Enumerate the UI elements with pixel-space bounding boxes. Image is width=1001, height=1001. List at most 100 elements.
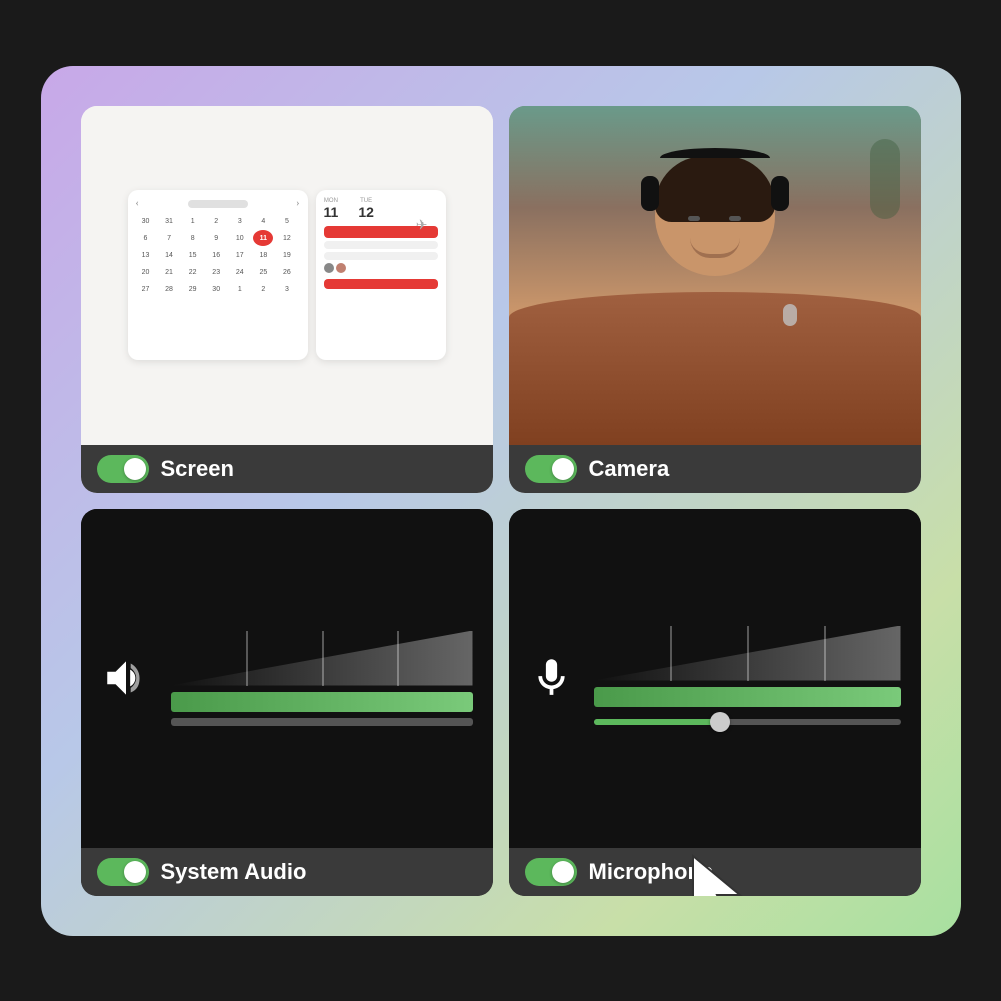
mic-tick-2	[747, 626, 749, 681]
cal-cell-today: 11	[253, 230, 273, 246]
system-audio-toggle[interactable]	[97, 858, 149, 886]
sched-avatars	[324, 263, 438, 273]
cal-cell: 17	[230, 247, 250, 263]
microphone-toggle[interactable]	[525, 858, 577, 886]
screen-toggle-knob	[124, 458, 146, 480]
camera-card: Camera	[509, 106, 921, 493]
cal-cell: 8	[183, 230, 203, 246]
plane-icon: ✈	[416, 218, 428, 235]
screen-label: Screen	[161, 456, 234, 482]
microphone-icon	[529, 648, 574, 708]
mic-prop	[783, 304, 797, 326]
audio-level-display	[171, 631, 473, 726]
cal-cell: 19	[277, 247, 297, 263]
cards-grid: ‹ › 30 31 1 2 3 4 5 6 7 8	[81, 106, 921, 896]
screen-toggle[interactable]	[97, 455, 149, 483]
cal-cell: 28	[159, 281, 179, 297]
calendar-mock: ‹ › 30 31 1 2 3 4 5 6 7 8	[128, 190, 308, 360]
microphone-card-bar: Microphone	[509, 848, 921, 896]
schedule-mock: MON 11 TUE 12 ✈	[316, 190, 446, 360]
microphone-label: Microphone	[589, 859, 714, 885]
cal-cell: 30	[136, 213, 156, 229]
screen-card-bar: Screen	[81, 445, 493, 493]
headphone-right	[771, 176, 789, 211]
cal-cell: 13	[136, 247, 156, 263]
camera-person-bg	[509, 106, 921, 445]
cal-cell: 26	[277, 264, 297, 280]
mic-triangle	[594, 626, 901, 681]
mic-icon-wrap	[529, 648, 574, 708]
plant-bg	[870, 139, 900, 219]
mic-tick-1	[670, 626, 672, 681]
cal-right-arrow: ›	[296, 198, 299, 209]
mic-slider-knob[interactable]	[710, 712, 730, 732]
system-audio-label: System Audio	[161, 859, 307, 885]
cal-cell: 7	[159, 230, 179, 246]
cal-cell: 1	[230, 281, 250, 297]
cal-cell: 1	[183, 213, 203, 229]
audio-viz	[81, 509, 493, 848]
camera-preview	[509, 106, 921, 445]
outer-container: ‹ › 30 31 1 2 3 4 5 6 7 8	[41, 66, 961, 936]
speaker-icon	[101, 653, 151, 703]
level-bar-gray	[171, 718, 473, 726]
sched-avatar-1	[324, 263, 334, 273]
tick-1	[246, 631, 248, 686]
person-head	[655, 156, 775, 276]
sched-block-2	[324, 241, 438, 249]
cal-cell: 27	[136, 281, 156, 297]
headphone-left	[641, 176, 659, 211]
mic-level-display	[594, 626, 901, 731]
system-audio-card-bar: System Audio	[81, 848, 493, 896]
sched-day-2: TUE 12	[358, 198, 374, 220]
mic-tick-3	[824, 626, 826, 681]
mic-viz	[509, 509, 921, 848]
microphone-card: Microphone	[509, 509, 921, 896]
cal-cell: 10	[230, 230, 250, 246]
cal-cell: 3	[277, 281, 297, 297]
system-audio-toggle-knob	[124, 861, 146, 883]
mic-slider-fill	[594, 719, 717, 725]
cal-left-arrow: ‹	[136, 198, 139, 209]
cal-cell: 9	[206, 230, 226, 246]
camera-toggle-knob	[552, 458, 574, 480]
mic-slider[interactable]	[594, 713, 901, 731]
mic-slider-track	[594, 719, 901, 725]
sched-avatar-2	[336, 263, 346, 273]
cal-cell: 30	[206, 281, 226, 297]
cal-month-header	[188, 200, 248, 208]
screen-card: ‹ › 30 31 1 2 3 4 5 6 7 8	[81, 106, 493, 493]
cal-cell: 22	[183, 264, 203, 280]
sched-block-4	[324, 279, 438, 289]
cal-cell: 3	[230, 213, 250, 229]
screen-preview: ‹ › 30 31 1 2 3 4 5 6 7 8	[81, 106, 493, 445]
cal-cell: 6	[136, 230, 156, 246]
microphone-toggle-knob	[552, 861, 574, 883]
cal-cell: 25	[253, 264, 273, 280]
cal-cell: 24	[230, 264, 250, 280]
mic-level-bar-green	[594, 687, 901, 707]
camera-label: Camera	[589, 456, 670, 482]
level-bar-green	[171, 692, 473, 712]
calendar-nav: ‹ ›	[136, 198, 300, 209]
cal-cell: 14	[159, 247, 179, 263]
camera-toggle[interactable]	[525, 455, 577, 483]
cal-cell: 12	[277, 230, 297, 246]
cal-cell: 2	[253, 281, 273, 297]
cal-cell: 16	[206, 247, 226, 263]
tick-3	[397, 631, 399, 686]
cal-cell: 29	[183, 281, 203, 297]
eye-left	[688, 216, 700, 221]
sched-day-1: MON 11	[324, 198, 339, 220]
speaker-icon-wrap	[101, 653, 151, 703]
system-audio-card: System Audio	[81, 509, 493, 896]
cal-cell: 18	[253, 247, 273, 263]
sched-day-2-num: 12	[358, 204, 374, 220]
cal-cell: 23	[206, 264, 226, 280]
sched-day-1-num: 11	[324, 204, 339, 220]
audio-triangle	[171, 631, 473, 686]
headphone-band	[660, 148, 770, 168]
cal-cell: 21	[159, 264, 179, 280]
cal-cell: 4	[253, 213, 273, 229]
cal-cell: 20	[136, 264, 156, 280]
